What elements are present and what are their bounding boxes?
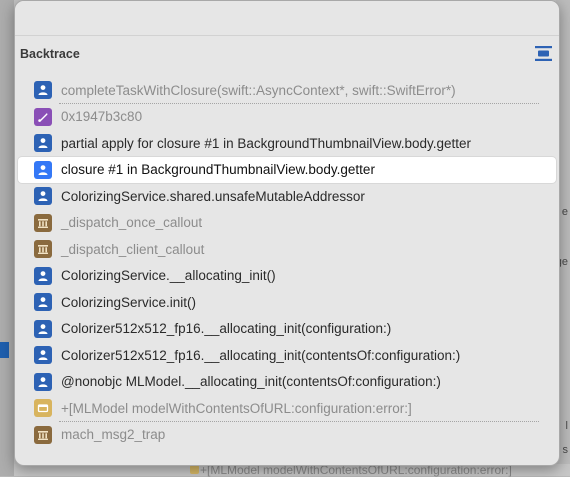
backtrace-popover: Backtrace completeTaskWithClosure(swift:…	[14, 0, 560, 466]
frame-row[interactable]: _dispatch_once_callout	[15, 210, 559, 237]
frame-row[interactable]: +[MLModel modelWithContentsOfURL:configu…	[15, 395, 559, 422]
expand-collapse-icon[interactable]	[535, 45, 552, 62]
user-frame-icon	[34, 372, 52, 391]
background-hint-1: e	[561, 206, 568, 218]
user-frame-icon	[34, 187, 52, 206]
user-frame-icon	[34, 160, 52, 179]
background-hint-3: l	[565, 420, 568, 432]
frame-label: closure #1 in BackgroundThumbnailView.bo…	[61, 162, 375, 178]
frame-label: completeTaskWithClosure(swift::AsyncCont…	[61, 82, 456, 98]
user-frame-icon	[34, 81, 52, 100]
frame-list: completeTaskWithClosure(swift::AsyncCont…	[15, 77, 559, 448]
background-sidebar	[0, 0, 14, 476]
frame-row[interactable]: ColorizingService.init()	[15, 289, 559, 316]
frame-row[interactable]: ColorizingService.__allocating_init()	[15, 263, 559, 290]
objc-icon	[190, 465, 199, 474]
frame-label: partial apply for closure #1 in Backgrou…	[61, 135, 471, 151]
frame-label: ColorizingService.__allocating_init()	[61, 268, 276, 284]
frame-row[interactable]: _dispatch_client_callout	[15, 236, 559, 263]
user-frame-icon	[34, 346, 52, 365]
frame-label: +[MLModel modelWithContentsOfURL:configu…	[61, 400, 412, 416]
frame-label: _dispatch_once_callout	[61, 215, 203, 231]
frame-label: @nonobjc MLModel.__allocating_init(conte…	[61, 374, 441, 390]
library-frame-icon	[34, 240, 52, 259]
background-selection-marker	[0, 342, 9, 358]
popover-header	[15, 1, 559, 36]
frame-label: 0x1947b3c80	[61, 109, 143, 125]
background-hint-4: s	[562, 444, 569, 456]
frame-row[interactable]: mach_msg2_trap	[15, 422, 559, 449]
frame-label: ColorizingService.init()	[61, 294, 197, 310]
frame-row[interactable]: @nonobjc MLModel.__allocating_init(conte…	[15, 369, 559, 396]
frame-label: ColorizingService.shared.unsafeMutableAd…	[61, 188, 365, 204]
frame-label: Colorizer512x512_fp16.__allocating_init(…	[61, 321, 392, 337]
frame-label: Colorizer512x512_fp16.__allocating_init(…	[61, 347, 461, 363]
frame-row[interactable]: closure #1 in BackgroundThumbnailView.bo…	[18, 156, 556, 183]
assembly-frame-icon	[34, 107, 52, 126]
objc-frame-icon	[34, 399, 52, 418]
frame-label: _dispatch_client_callout	[61, 241, 205, 257]
frame-row[interactable]: completeTaskWithClosure(swift::AsyncCont…	[15, 77, 559, 104]
backtrace-title: Backtrace	[20, 47, 80, 61]
library-frame-icon	[34, 425, 52, 444]
user-frame-icon	[34, 293, 52, 312]
user-frame-icon	[34, 319, 52, 338]
frame-row[interactable]: Colorizer512x512_fp16.__allocating_init(…	[15, 316, 559, 343]
frame-row[interactable]: partial apply for closure #1 in Backgrou…	[15, 130, 559, 157]
user-frame-icon	[34, 266, 52, 285]
library-frame-icon	[34, 213, 52, 232]
frame-row[interactable]: ColorizingService.shared.unsafeMutableAd…	[15, 183, 559, 210]
frame-label: mach_msg2_trap	[61, 427, 166, 443]
user-frame-icon	[34, 134, 52, 153]
frame-row[interactable]: 0x1947b3c80	[15, 104, 559, 131]
frame-row[interactable]: Colorizer512x512_fp16.__allocating_init(…	[15, 342, 559, 369]
